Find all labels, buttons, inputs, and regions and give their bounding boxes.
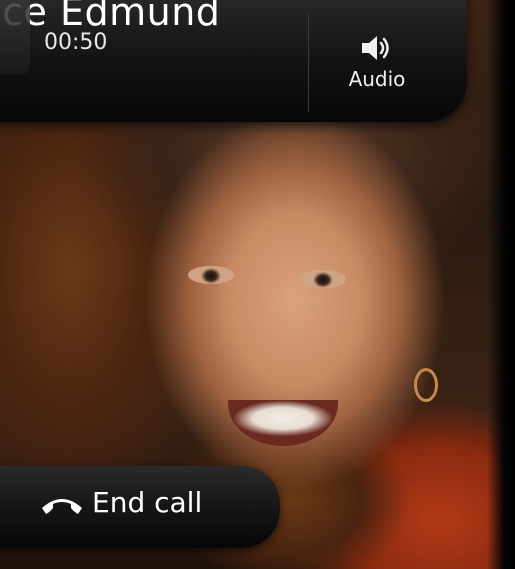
audio-label: Audio bbox=[348, 67, 406, 91]
device-bezel bbox=[487, 0, 515, 569]
caller-name: lice Edmund bbox=[0, 0, 221, 34]
video-detail bbox=[414, 368, 438, 402]
video-detail bbox=[300, 270, 346, 288]
call-header: lice Edmund 00:50 Audio bbox=[0, 0, 467, 122]
phone-hangup-icon bbox=[42, 499, 82, 514]
speaker-icon bbox=[362, 36, 389, 60]
call-duration: 00:50 bbox=[44, 30, 108, 55]
end-call-label: End call bbox=[92, 486, 203, 519]
audio-button[interactable]: Audio bbox=[308, 12, 445, 112]
end-call-button[interactable]: End call bbox=[0, 466, 280, 548]
video-call-screen: lice Edmund 00:50 Audio End call bbox=[0, 0, 515, 569]
video-detail bbox=[188, 266, 234, 284]
side-tab[interactable] bbox=[0, 0, 30, 75]
